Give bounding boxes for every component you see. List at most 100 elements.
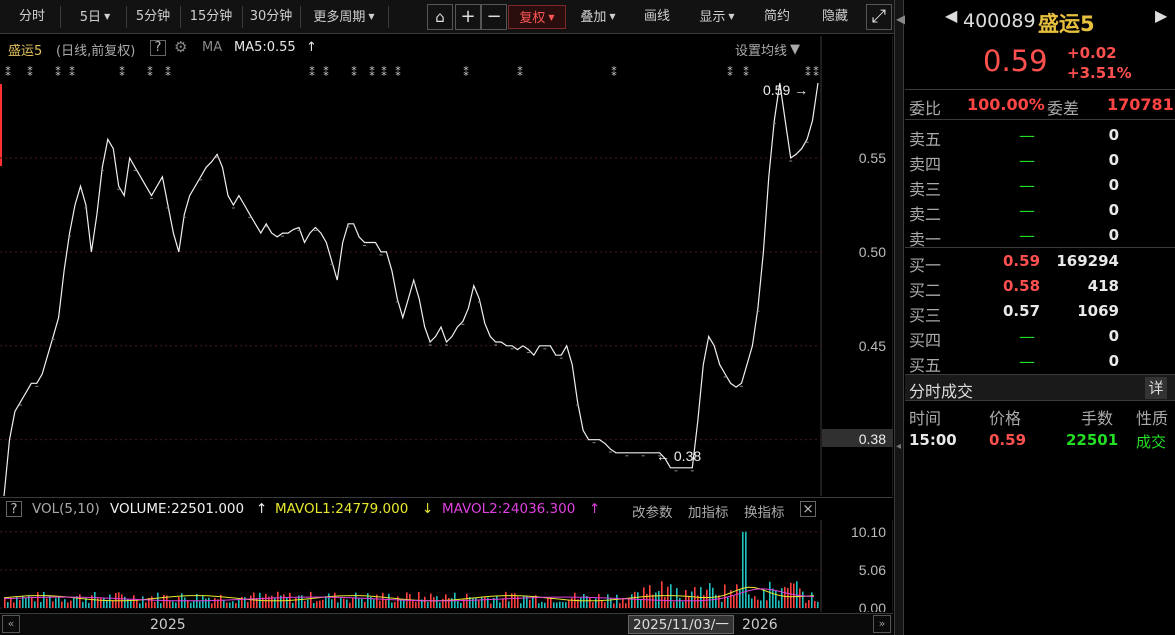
event-marker-icon[interactable]: ⁑ <box>351 66 357 79</box>
collapse-arrow-small-icon[interactable]: ◂ <box>896 441 901 452</box>
scroll-left-icon[interactable]: « <box>2 615 20 633</box>
asks-level-row[interactable]: 卖二 — 0 <box>905 199 1175 224</box>
volume-chart[interactable]: 0.00 5.06 10.10 <box>0 520 893 612</box>
event-marker-icon[interactable]: ⁑ <box>147 66 153 79</box>
event-marker-icon[interactable]: ⁑ <box>27 66 33 79</box>
bids-level-row[interactable]: 买四 — 0 <box>905 325 1175 350</box>
volume-bar <box>88 602 90 608</box>
vol-help-button[interactable]: ? <box>6 501 22 517</box>
volume-bar <box>604 602 606 608</box>
event-marker-icon[interactable]: ⁑ <box>309 66 315 79</box>
period-tab-label: 15分钟 <box>189 9 233 24</box>
volume-bar <box>208 597 210 608</box>
chevron-right-icon[interactable]: ▶ <box>1155 6 1167 25</box>
asks-level-row[interactable]: 卖五 — 0 <box>905 124 1175 149</box>
trade-time: 15:00 <box>909 431 957 449</box>
event-marker-icon[interactable]: ⁑ <box>395 66 401 79</box>
event-marker-icon[interactable]: ⁑ <box>369 66 375 79</box>
asks-level-row[interactable]: 卖一 —0 <box>905 224 1175 249</box>
price-chart[interactable]: 0.400.450.500.55⁑⁑⁑⁑⁑⁑⁑⁑⁑⁑⁑⁑⁑⁑⁑⁑⁑⁑⁑⁑0.59… <box>0 36 893 496</box>
volume-bar <box>760 600 762 608</box>
event-marker-icon[interactable]: ⁑ <box>119 66 125 79</box>
minus-icon[interactable]: − <box>481 4 507 30</box>
volume-bar <box>679 598 681 608</box>
volume-bar <box>109 594 111 608</box>
event-marker-icon[interactable]: ⁑ <box>463 66 469 79</box>
bids-level-row[interactable]: 买二 0.58 418 <box>905 275 1175 300</box>
volume-bar <box>235 603 237 608</box>
close-icon[interactable]: × <box>800 501 816 517</box>
toolbar-btn-4[interactable]: 简约 <box>752 5 802 29</box>
current-price-tag: 0.38 <box>859 431 886 447</box>
volume-bar <box>634 591 636 608</box>
level-volume: 0 <box>1108 352 1119 370</box>
period-tab-4[interactable]: 30分钟 <box>244 5 298 29</box>
event-marker-icon[interactable]: ⁑ <box>805 66 811 79</box>
volume-bar <box>772 588 774 608</box>
add-indicator-button[interactable]: 加指标 <box>688 501 729 521</box>
volume-bar <box>214 598 216 608</box>
volume-bar <box>742 531 744 608</box>
period-tab-0[interactable]: 分时 <box>6 5 58 29</box>
period-tab-2[interactable]: 5分钟 <box>128 5 178 29</box>
event-marker-icon[interactable]: ⁑ <box>813 66 819 79</box>
period-tab-3[interactable]: 15分钟 <box>182 5 240 29</box>
volume-bar <box>232 601 234 608</box>
toolbar-btn-0[interactable]: 复权 ▼ <box>508 5 566 29</box>
period-tab-label: 分时 <box>18 9 45 24</box>
bids-level-row[interactable]: 买一 0.59 169294 <box>905 250 1175 275</box>
event-marker-icon[interactable]: ⁑ <box>5 66 11 79</box>
collapse-arrow-icon[interactable]: ◀ <box>896 12 905 26</box>
volume-bar <box>139 603 141 608</box>
change-params-button[interactable]: 改参数 <box>632 501 673 521</box>
level-volume: 0 <box>1108 327 1119 345</box>
volume-bar <box>373 599 375 608</box>
asks-level-row[interactable]: 卖四 — 0 <box>905 149 1175 174</box>
event-marker-icon[interactable]: ⁑ <box>381 66 387 79</box>
event-marker-icon[interactable]: ⁑ <box>55 66 61 79</box>
volume-bar <box>601 601 603 608</box>
bids-level-row[interactable]: 买五 — 0 <box>905 350 1175 375</box>
volume-bar <box>37 592 39 608</box>
event-marker-icon[interactable]: ⁑ <box>743 66 749 79</box>
event-marker-icon[interactable]: ⁑ <box>611 66 617 79</box>
event-marker-icon[interactable]: ⁑ <box>727 66 733 79</box>
volume-bar <box>223 600 225 608</box>
volume-bar <box>589 597 591 608</box>
event-marker-icon[interactable]: ⁑ <box>165 66 171 79</box>
volume-bar <box>319 600 321 608</box>
fullscreen-icon[interactable]: ⤢ <box>866 4 892 30</box>
weibi-row: 委比 100.00% 委差 170781 <box>905 93 1175 118</box>
volume-bar <box>199 601 201 608</box>
trade-column-headers: 时间 价格 手数 性质 <box>905 403 1175 428</box>
volume-bar <box>814 600 816 608</box>
volume-bar <box>652 594 654 608</box>
period-tab-5[interactable]: 更多周期 ▼ <box>302 5 386 29</box>
toolbar-btn-5[interactable]: 隐藏 <box>806 5 864 29</box>
volume-bar <box>529 599 531 608</box>
scroll-right-icon[interactable]: » <box>873 615 891 633</box>
event-marker-icon[interactable]: ⁑ <box>517 66 523 79</box>
volume-bar <box>769 581 771 608</box>
volume-bar <box>82 601 84 608</box>
toolbar-btn-2[interactable]: 画线 <box>632 5 682 29</box>
period-tab-1[interactable]: 5日 ▼ <box>66 5 124 29</box>
switch-indicator-button[interactable]: 换指标 <box>744 501 785 521</box>
volume-bar <box>457 600 459 608</box>
volume-bar <box>568 599 570 608</box>
plus-icon[interactable]: + <box>455 4 481 30</box>
detail-button[interactable]: 详 <box>1145 377 1167 399</box>
toolbar-btn-3[interactable]: 显示 ▼ <box>688 5 746 29</box>
event-marker-icon[interactable]: ⁑ <box>69 66 75 79</box>
volume-bar <box>544 602 546 608</box>
lock-icon[interactable]: ⌂ <box>427 4 453 30</box>
bids-level-row[interactable]: 买三 0.57 1069 <box>905 300 1175 325</box>
level-price: — <box>1019 327 1035 346</box>
toolbar-btn-1[interactable]: 叠加 ▼ <box>570 5 626 29</box>
panel-splitter[interactable]: ◀ ◂ <box>894 0 905 635</box>
event-marker-icon[interactable]: ⁑ <box>323 66 329 79</box>
asks-level-row[interactable]: 卖三 — 0 <box>905 174 1175 199</box>
crosshair-date-tag: 2025/11/03/一 <box>628 615 734 634</box>
chevron-left-icon[interactable]: ◀ <box>945 6 957 25</box>
volume-bar <box>427 601 429 608</box>
